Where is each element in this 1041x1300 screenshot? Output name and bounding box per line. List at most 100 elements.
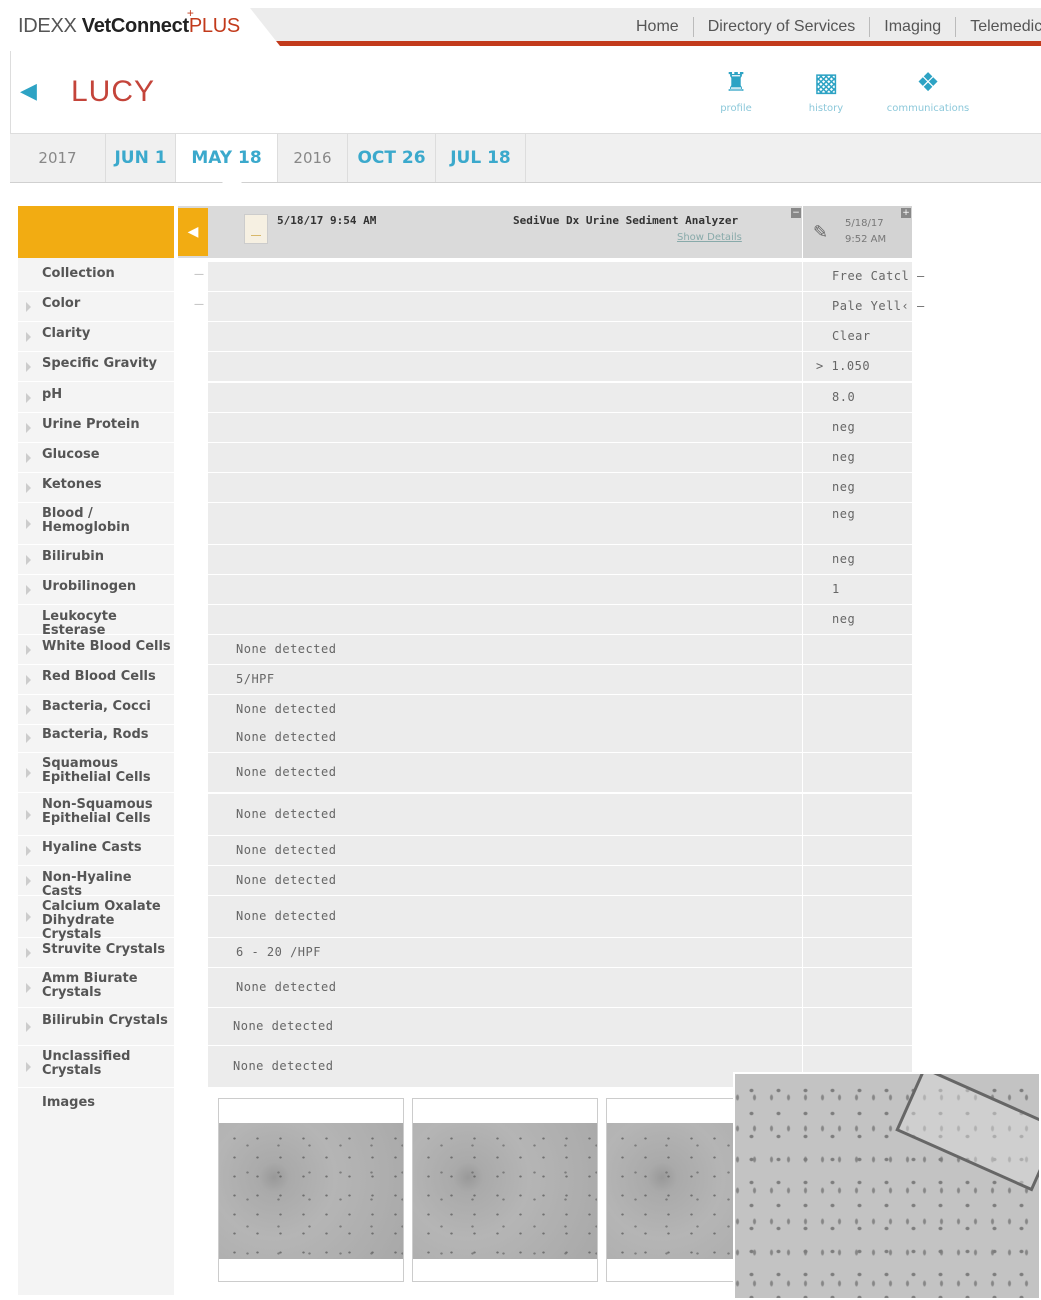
sidebar-header	[18, 206, 174, 258]
sediment-image-2[interactable]	[412, 1098, 598, 1282]
communications-button[interactable]: ❖ communications	[873, 69, 983, 114]
expand-arrow-icon[interactable]	[26, 732, 31, 743]
strip-result-value: neg	[832, 507, 856, 521]
row-dash: —	[194, 299, 204, 310]
expand-arrow-icon[interactable]	[26, 331, 31, 342]
top-bar: IDEXX VetConnectPLUS Home Directory of S…	[10, 8, 1041, 46]
result-row-label[interactable]: Red Blood Cells	[18, 665, 174, 695]
expand-arrow-icon[interactable]	[26, 767, 31, 778]
nav-imaging[interactable]: Imaging	[869, 17, 955, 37]
result-row-label[interactable]: Blood / Hemoglobin	[18, 503, 174, 545]
date-tab[interactable]: JUL 18	[436, 134, 526, 182]
strip-result-cell	[802, 473, 912, 503]
nav-telemedicine[interactable]: Telemedicine	[955, 17, 1041, 37]
expand-arrow-icon[interactable]	[26, 704, 31, 715]
result-row-label[interactable]: Non-Squamous Epithelial Cells	[18, 794, 174, 836]
expand-arrow-icon[interactable]	[26, 947, 31, 958]
nav-directory-of-services[interactable]: Directory of Services	[692, 17, 870, 37]
expand-icon[interactable]: +	[901, 208, 911, 218]
previous-results-arrow-icon[interactable]: ◀	[178, 208, 208, 256]
sedivue-result-cell	[208, 383, 802, 413]
result-row-label[interactable]: Color	[18, 292, 174, 322]
row-label-text: pH	[42, 387, 63, 402]
result-row-label[interactable]: White Blood Cells	[18, 635, 174, 665]
row-label-text: Squamous	[42, 756, 119, 771]
expand-arrow-icon[interactable]	[26, 301, 31, 312]
result-row-label[interactable]: Amm Biurate Crystals	[18, 968, 174, 1008]
result-row-label[interactable]: Unclassified Crystals	[18, 1046, 174, 1088]
zoomed-sediment-image	[733, 1072, 1041, 1300]
year-label: 2017	[10, 134, 106, 182]
strip-result-value: neg	[832, 420, 856, 434]
strip-result-cell	[802, 575, 912, 605]
result-row-label[interactable]: Squamous Epithelial Cells	[18, 753, 174, 793]
result-row-label[interactable]: Urine Protein	[18, 413, 174, 443]
strip-result-value: neg	[832, 552, 856, 566]
expand-arrow-icon[interactable]	[26, 554, 31, 565]
row-label-subtext: Crystals	[42, 985, 102, 1000]
logo-tab[interactable]: IDEXX VetConnectPLUS	[10, 8, 280, 46]
date-tab[interactable]: OCT 26	[348, 134, 436, 182]
expand-arrow-icon[interactable]	[26, 584, 31, 595]
back-arrow-icon[interactable]: ◀	[20, 81, 37, 103]
result-row-label[interactable]: pH	[18, 383, 174, 413]
result-row-label[interactable]: Calcium Oxalate Dihydrate Crystals	[18, 896, 174, 942]
collapse-icon[interactable]: −	[791, 208, 801, 218]
expand-arrow-icon[interactable]	[26, 644, 31, 655]
history-button[interactable]: ▩ history	[786, 69, 866, 114]
result-row-label[interactable]: Specific Gravity	[18, 352, 174, 382]
result-row-label[interactable]: Bilirubin Crystals	[18, 1008, 174, 1046]
row-label-text: Collection	[42, 266, 115, 281]
sedivue-result-value: None detected	[236, 702, 337, 716]
microscopy-image	[413, 1123, 597, 1259]
folder-icon: ▩	[813, 68, 839, 98]
result-row-label[interactable]: Clarity	[18, 322, 174, 352]
strip-result-value: neg	[832, 480, 856, 494]
sedivue-result-value: None detected	[236, 807, 337, 821]
result-row-label[interactable]: Urobilinogen	[18, 575, 174, 605]
result-row-label[interactable]: Struvite Crystals	[18, 938, 174, 968]
expand-arrow-icon[interactable]	[26, 422, 31, 433]
expand-arrow-icon[interactable]	[26, 482, 31, 493]
row-label-subtext: Epithelial Cells	[42, 811, 151, 826]
sedivue-result-cell	[208, 605, 802, 635]
date-tab[interactable]: JUN 1	[106, 134, 176, 182]
expand-arrow-icon[interactable]	[26, 392, 31, 403]
sedivue-result-value: 6 - 20 /HPF	[236, 945, 321, 959]
vetconnect-logo[interactable]: IDEXX VetConnectPLUS	[18, 15, 240, 38]
expand-arrow-icon[interactable]	[26, 1021, 31, 1032]
result-row-label[interactable]: Ketones	[18, 473, 174, 503]
result-row-label[interactable]: Bilirubin	[18, 545, 174, 575]
strip-result-value: > 1.050	[816, 359, 871, 373]
profile-button[interactable]: ♜ profile	[696, 69, 776, 114]
show-details-link[interactable]: Show Details	[677, 232, 742, 243]
sedivue-result-cell	[208, 575, 802, 605]
row-label-text: Urobilinogen	[42, 579, 137, 594]
result-row-label[interactable]: Glucose	[18, 443, 174, 473]
expand-arrow-icon[interactable]	[26, 982, 31, 993]
report-document-icon[interactable]	[244, 214, 268, 244]
result-row-label[interactable]: Non-Hyaline Casts	[18, 866, 174, 899]
sediment-image-1[interactable]	[218, 1098, 404, 1282]
expand-arrow-icon[interactable]	[26, 809, 31, 820]
expand-arrow-icon[interactable]	[26, 361, 31, 372]
expand-arrow-icon[interactable]	[26, 875, 31, 886]
result-row-label[interactable]: Bacteria, Cocci	[18, 695, 174, 725]
expand-arrow-icon[interactable]	[26, 845, 31, 856]
expand-arrow-icon[interactable]	[26, 911, 31, 922]
sedivue-result-cell	[208, 473, 802, 503]
result-row-label[interactable]: Hyaline Casts	[18, 836, 174, 866]
expand-arrow-icon[interactable]	[26, 674, 31, 685]
row-label-text: Bacteria, Cocci	[42, 699, 151, 714]
result-row-label[interactable]: Bacteria, Rods	[18, 723, 174, 753]
top-nav: Home Directory of Services Imaging Telem…	[622, 8, 1041, 46]
date-tab[interactable]: MAY 18	[176, 134, 278, 192]
expand-arrow-icon[interactable]	[26, 452, 31, 463]
strip-result-value: Free Catcl —	[832, 269, 925, 283]
nav-home[interactable]: Home	[622, 17, 693, 37]
profile-label: profile	[720, 103, 752, 114]
expand-arrow-icon[interactable]	[26, 518, 31, 529]
date-timeline: 2017 JUN 1 MAY 18 2016 OCT 26 JUL 18	[10, 133, 1041, 192]
strip-result-cell	[802, 723, 912, 753]
expand-arrow-icon[interactable]	[26, 1061, 31, 1072]
